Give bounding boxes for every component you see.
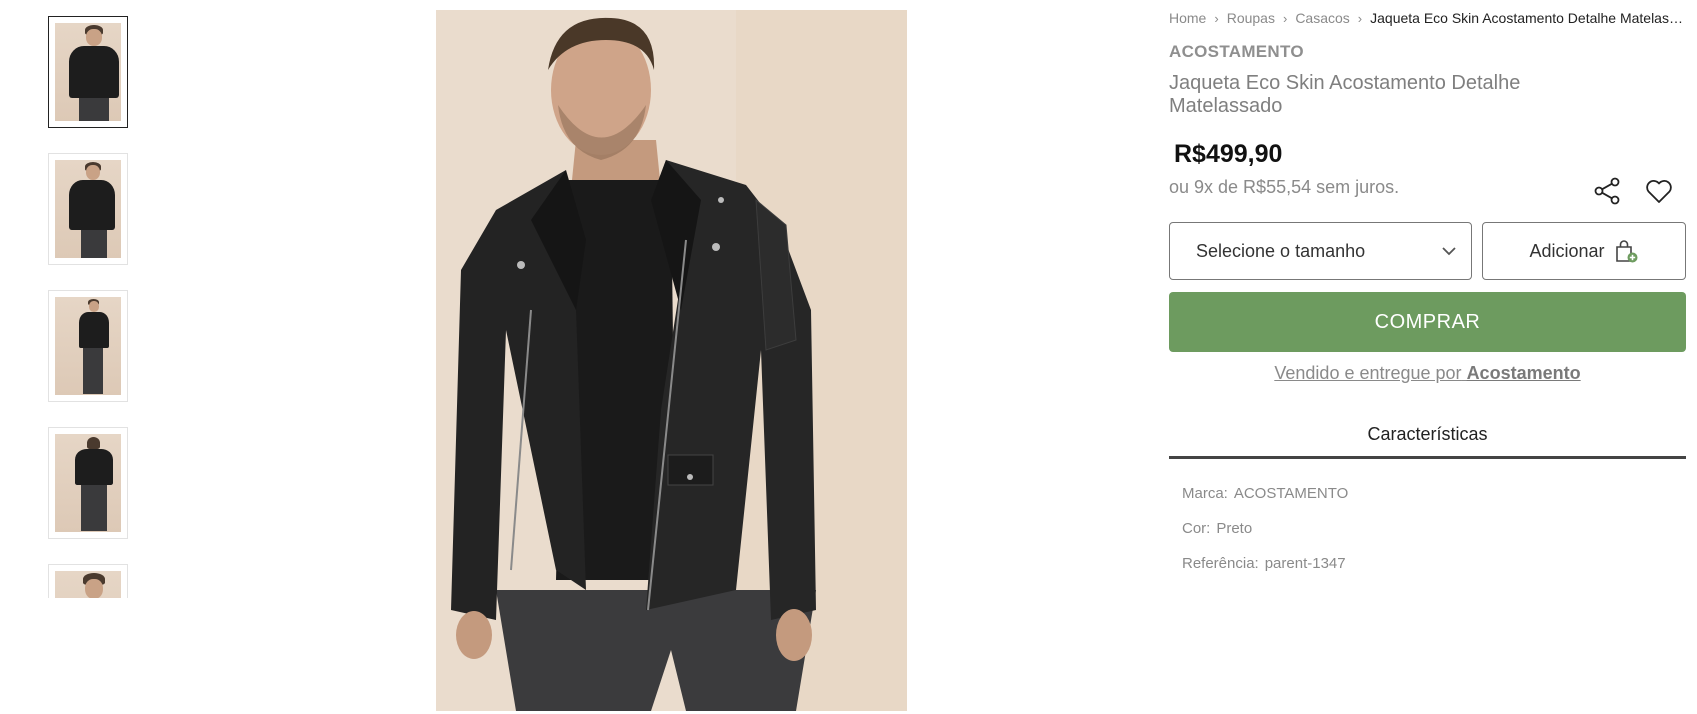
thumbnail-4[interactable] (48, 427, 128, 539)
add-to-cart-button[interactable]: Adicionar (1482, 222, 1686, 280)
tab-characteristics[interactable]: Características (1367, 424, 1487, 444)
spec-key: Marca: (1182, 485, 1228, 502)
buy-button[interactable]: COMPRAR (1169, 292, 1686, 352)
thumbnail-image (55, 297, 121, 395)
thumbnail-2[interactable] (48, 153, 128, 265)
main-product-image[interactable] (436, 10, 907, 711)
tab-bar: Características (1169, 424, 1686, 459)
thumbnail-1[interactable] (48, 16, 128, 128)
spec-row-brand: Marca: ACOSTAMENTO (1182, 485, 1686, 520)
thumbnail-image (55, 23, 121, 121)
thumbnail-image (55, 571, 121, 598)
thumbnail-image (55, 434, 121, 532)
breadcrumb-current: Jaqueta Eco Skin Acostamento Detalhe Mat… (1370, 10, 1686, 26)
breadcrumb-roupas[interactable]: Roupas (1227, 10, 1275, 26)
seller-info[interactable]: Vendido e entregue por Acostamento (1169, 363, 1686, 384)
product-specs: Marca: ACOSTAMENTO Cor: Preto Referência… (1169, 485, 1686, 590)
spec-key: Cor: (1182, 520, 1211, 537)
share-icon[interactable] (1592, 176, 1622, 206)
spec-row-reference: Referência: parent-1347 (1182, 555, 1686, 590)
thumbnail-gallery (48, 16, 128, 598)
product-brand: ACOSTAMENTO (1169, 42, 1304, 61)
spec-value: Preto (1216, 520, 1253, 537)
seller-link[interactable]: Vendido e entregue por Acostamento (1274, 363, 1580, 383)
shopping-bag-add-icon (1615, 240, 1638, 263)
product-title: Jaqueta Eco Skin Acostamento Detalhe Mat… (1169, 72, 1521, 117)
spec-value: ACOSTAMENTO (1233, 485, 1349, 502)
spec-key: Referência: (1182, 555, 1259, 572)
chevron-right-icon: › (1214, 10, 1219, 26)
chevron-right-icon: › (1282, 10, 1288, 26)
thumbnail-image (55, 160, 121, 258)
seller-name: Acostamento (1466, 363, 1581, 383)
breadcrumb-casacos[interactable]: Casacos (1295, 10, 1349, 26)
breadcrumb: Home › Roupas › Casacos › Jaqueta Eco Sk… (1169, 8, 1686, 28)
product-icon-actions (1592, 176, 1674, 206)
size-select-placeholder: Selecione o tamanho (1196, 240, 1366, 261)
breadcrumb-home[interactable]: Home (1169, 10, 1206, 26)
chevron-down-icon (1442, 247, 1456, 256)
chevron-right-icon: › (1357, 10, 1363, 26)
purchase-options: Selecione o tamanho Adicionar (1169, 222, 1686, 280)
product-info-panel: Home › Roupas › Casacos › Jaqueta Eco Sk… (1169, 8, 1686, 590)
heart-icon[interactable] (1644, 176, 1674, 206)
seller-prefix: Vendido e entregue por (1274, 363, 1462, 383)
thumbnail-3[interactable] (48, 290, 128, 402)
add-to-cart-label: Adicionar (1529, 240, 1605, 261)
product-price: R$499,90 (1174, 140, 1283, 168)
model-jacket-illustration (436, 10, 907, 711)
spec-value: parent-1347 (1264, 555, 1346, 572)
spec-row-color: Cor: Preto (1182, 520, 1686, 555)
thumbnail-5[interactable] (48, 564, 128, 598)
size-select[interactable]: Selecione o tamanho (1169, 222, 1472, 280)
